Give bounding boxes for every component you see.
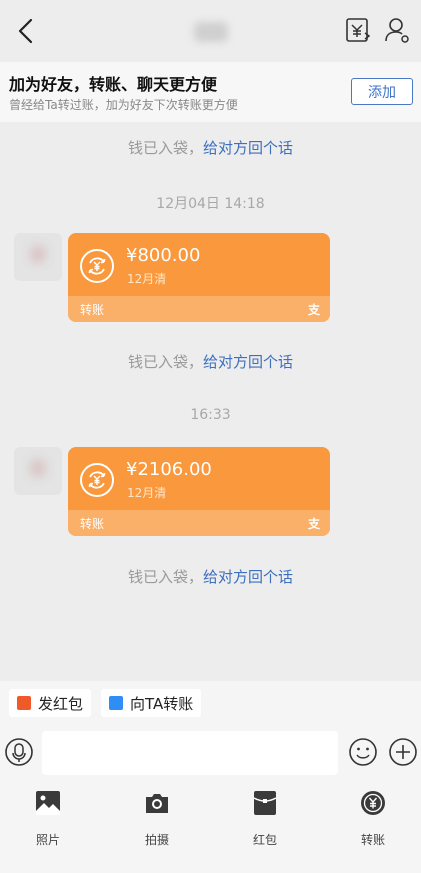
back-button[interactable] [12, 14, 40, 48]
transfer-amount: ¥800.00 [126, 245, 201, 266]
action-label: 转账 [360, 833, 385, 847]
transfer-coin-icon [80, 249, 114, 283]
transfer-note: 12月清 [127, 486, 167, 500]
send-red-packet-button[interactable]: 发红包 [9, 689, 92, 717]
system-notice: 钱已入袋，给对方回个话 [0, 351, 421, 372]
transfer-type-label: 转账 [80, 517, 105, 531]
contact-name-blurred [194, 22, 228, 42]
notice-text: 钱已入袋， [127, 353, 203, 371]
red-packet-button[interactable]: 红包 [235, 789, 295, 848]
transfer-card[interactable]: ¥2106.00 12月清 转账 支 [68, 447, 330, 536]
transfer-to-ta-label: 向TA转账 [130, 694, 194, 713]
red-packet-icon [253, 791, 277, 815]
avatar[interactable] [14, 447, 62, 495]
message-input[interactable] [42, 731, 338, 775]
yen-coin-icon [361, 791, 385, 815]
transfer-card-footer: 转账 支 [68, 510, 330, 536]
banner-title: 加为好友，转账、聊天更方便 [9, 75, 218, 94]
alipay-icon: 支 [307, 517, 320, 531]
transfer-button[interactable]: 转账 [343, 789, 403, 848]
yen-transfer-icon[interactable] [344, 16, 372, 44]
transfer-note: 12月清 [127, 272, 167, 286]
input-bar [0, 726, 421, 781]
notice-text: 钱已入袋， [127, 568, 203, 586]
red-packet-icon [17, 696, 31, 710]
add-friend-banner: 加为好友，转账、聊天更方便 曾经给Ta转过账，加为好友下次转账更方便 添加 [0, 62, 421, 122]
red-packet-label: 发红包 [38, 694, 84, 713]
attachment-panel: 照片 拍摄 红包 转账 [0, 781, 421, 873]
add-friend-button[interactable]: 添加 [351, 78, 413, 105]
plus-icon[interactable] [388, 737, 418, 767]
transfer-card[interactable]: ¥800.00 12月清 转账 支 [68, 233, 330, 322]
chat-timestamp: 16:33 [190, 407, 231, 423]
action-label: 红包 [252, 833, 277, 847]
transfer-type-label: 转账 [80, 303, 105, 317]
transfer-icon [109, 696, 123, 710]
chat-timestamp: 12月04日 14:18 [156, 196, 265, 212]
camera-icon [146, 794, 168, 813]
voice-icon[interactable] [4, 737, 34, 767]
action-label: 照片 [35, 833, 60, 847]
transfer-coin-icon [80, 463, 114, 497]
user-icon[interactable] [383, 16, 411, 44]
camera-button[interactable]: 拍摄 [127, 789, 187, 848]
system-notice: 钱已入袋，给对方回个话 [0, 137, 421, 158]
quick-action-bar: 发红包 向TA转账 [0, 681, 421, 726]
photos-button[interactable]: 照片 [18, 789, 78, 848]
image-icon [36, 791, 60, 815]
avatar[interactable] [14, 233, 62, 281]
chevron-left-icon [18, 18, 33, 44]
notice-text: 钱已入袋， [127, 139, 203, 157]
alipay-icon: 支 [307, 303, 320, 317]
top-nav-bar [0, 0, 421, 62]
transfer-to-ta-button[interactable]: 向TA转账 [101, 689, 202, 717]
transfer-amount: ¥2106.00 [126, 459, 212, 480]
system-notice: 钱已入袋，给对方回个话 [0, 566, 421, 587]
reply-link[interactable]: 给对方回个话 [203, 353, 293, 371]
banner-subtitle: 曾经给Ta转过账，加为好友下次转账更方便 [9, 98, 238, 112]
action-label: 拍摄 [144, 833, 169, 847]
transfer-card-footer: 转账 支 [68, 296, 330, 322]
reply-link[interactable]: 给对方回个话 [203, 139, 293, 157]
reply-link[interactable]: 给对方回个话 [203, 568, 293, 586]
emoji-icon[interactable] [348, 737, 378, 767]
